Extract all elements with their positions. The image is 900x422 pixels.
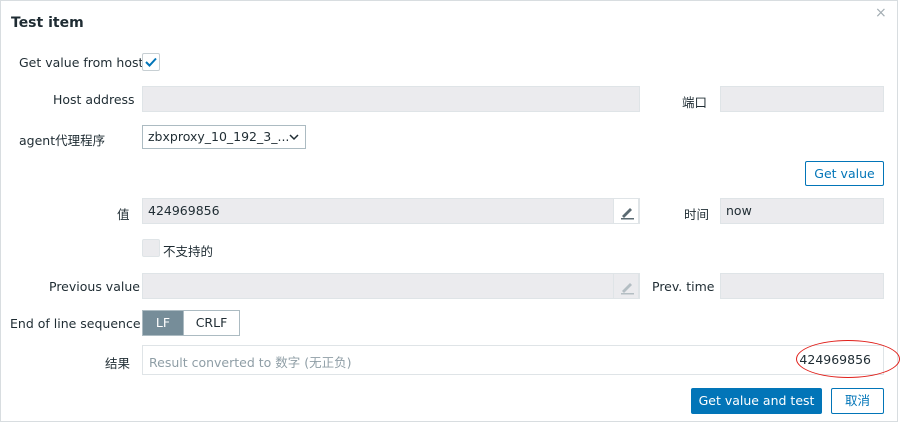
time-label: 时间 <box>684 207 710 222</box>
port-label: 端口 <box>682 95 708 110</box>
chevron-down-icon <box>289 134 299 141</box>
host-address-field[interactable] <box>142 86 640 112</box>
previous-value-field <box>142 273 640 299</box>
pencil-icon <box>621 283 634 295</box>
annotation-circle <box>796 340 900 378</box>
get-value-from-host-checkbox[interactable] <box>142 53 160 71</box>
edit-previous-value-button <box>613 273 639 299</box>
eol-segmented-control: LF CRLF <box>142 310 240 336</box>
eol-option-lf[interactable]: LF <box>143 311 183 335</box>
edit-value-button[interactable] <box>613 198 639 224</box>
pencil-icon <box>621 208 634 220</box>
close-icon[interactable]: × <box>875 6 887 20</box>
value-text: 424969856 <box>148 203 220 218</box>
not-supported-checkbox[interactable] <box>142 239 160 257</box>
get-value-button[interactable]: Get value <box>805 161 884 186</box>
port-field[interactable] <box>720 86 884 112</box>
result-box: Result converted to 数字 (无正负) 424969856 <box>142 345 884 375</box>
dialog-title: Test item <box>11 15 84 31</box>
test-item-dialog: Test item × Get value from host Host add… <box>0 0 900 422</box>
time-field[interactable]: now <box>720 198 884 224</box>
cancel-button[interactable]: 取消 <box>831 388 884 414</box>
prev-time-field <box>720 273 884 299</box>
proxy-label: agent代理程序 <box>19 133 106 148</box>
eol-option-crlf[interactable]: CRLF <box>183 311 239 335</box>
prev-time-label: Prev. time <box>652 279 715 294</box>
eol-label: End of line sequence <box>10 316 141 331</box>
previous-value-label: Previous value <box>49 279 140 294</box>
result-label: 结果 <box>105 356 131 371</box>
get-value-from-host-label: Get value from host <box>19 55 144 70</box>
host-address-label: Host address <box>53 92 135 107</box>
proxy-select[interactable]: zbxproxy_10_192_3_... <box>142 125 306 149</box>
proxy-selected-value: zbxproxy_10_192_3_... <box>148 129 290 144</box>
not-supported-label: 不支持的 <box>163 244 214 259</box>
result-hint: Result converted to 数字 (无正负) <box>149 355 352 370</box>
get-value-and-test-button[interactable]: Get value and test <box>691 388 822 414</box>
checkmark-icon <box>145 57 157 67</box>
value-field[interactable]: 424969856 <box>142 198 640 224</box>
value-label: 值 <box>117 207 130 222</box>
